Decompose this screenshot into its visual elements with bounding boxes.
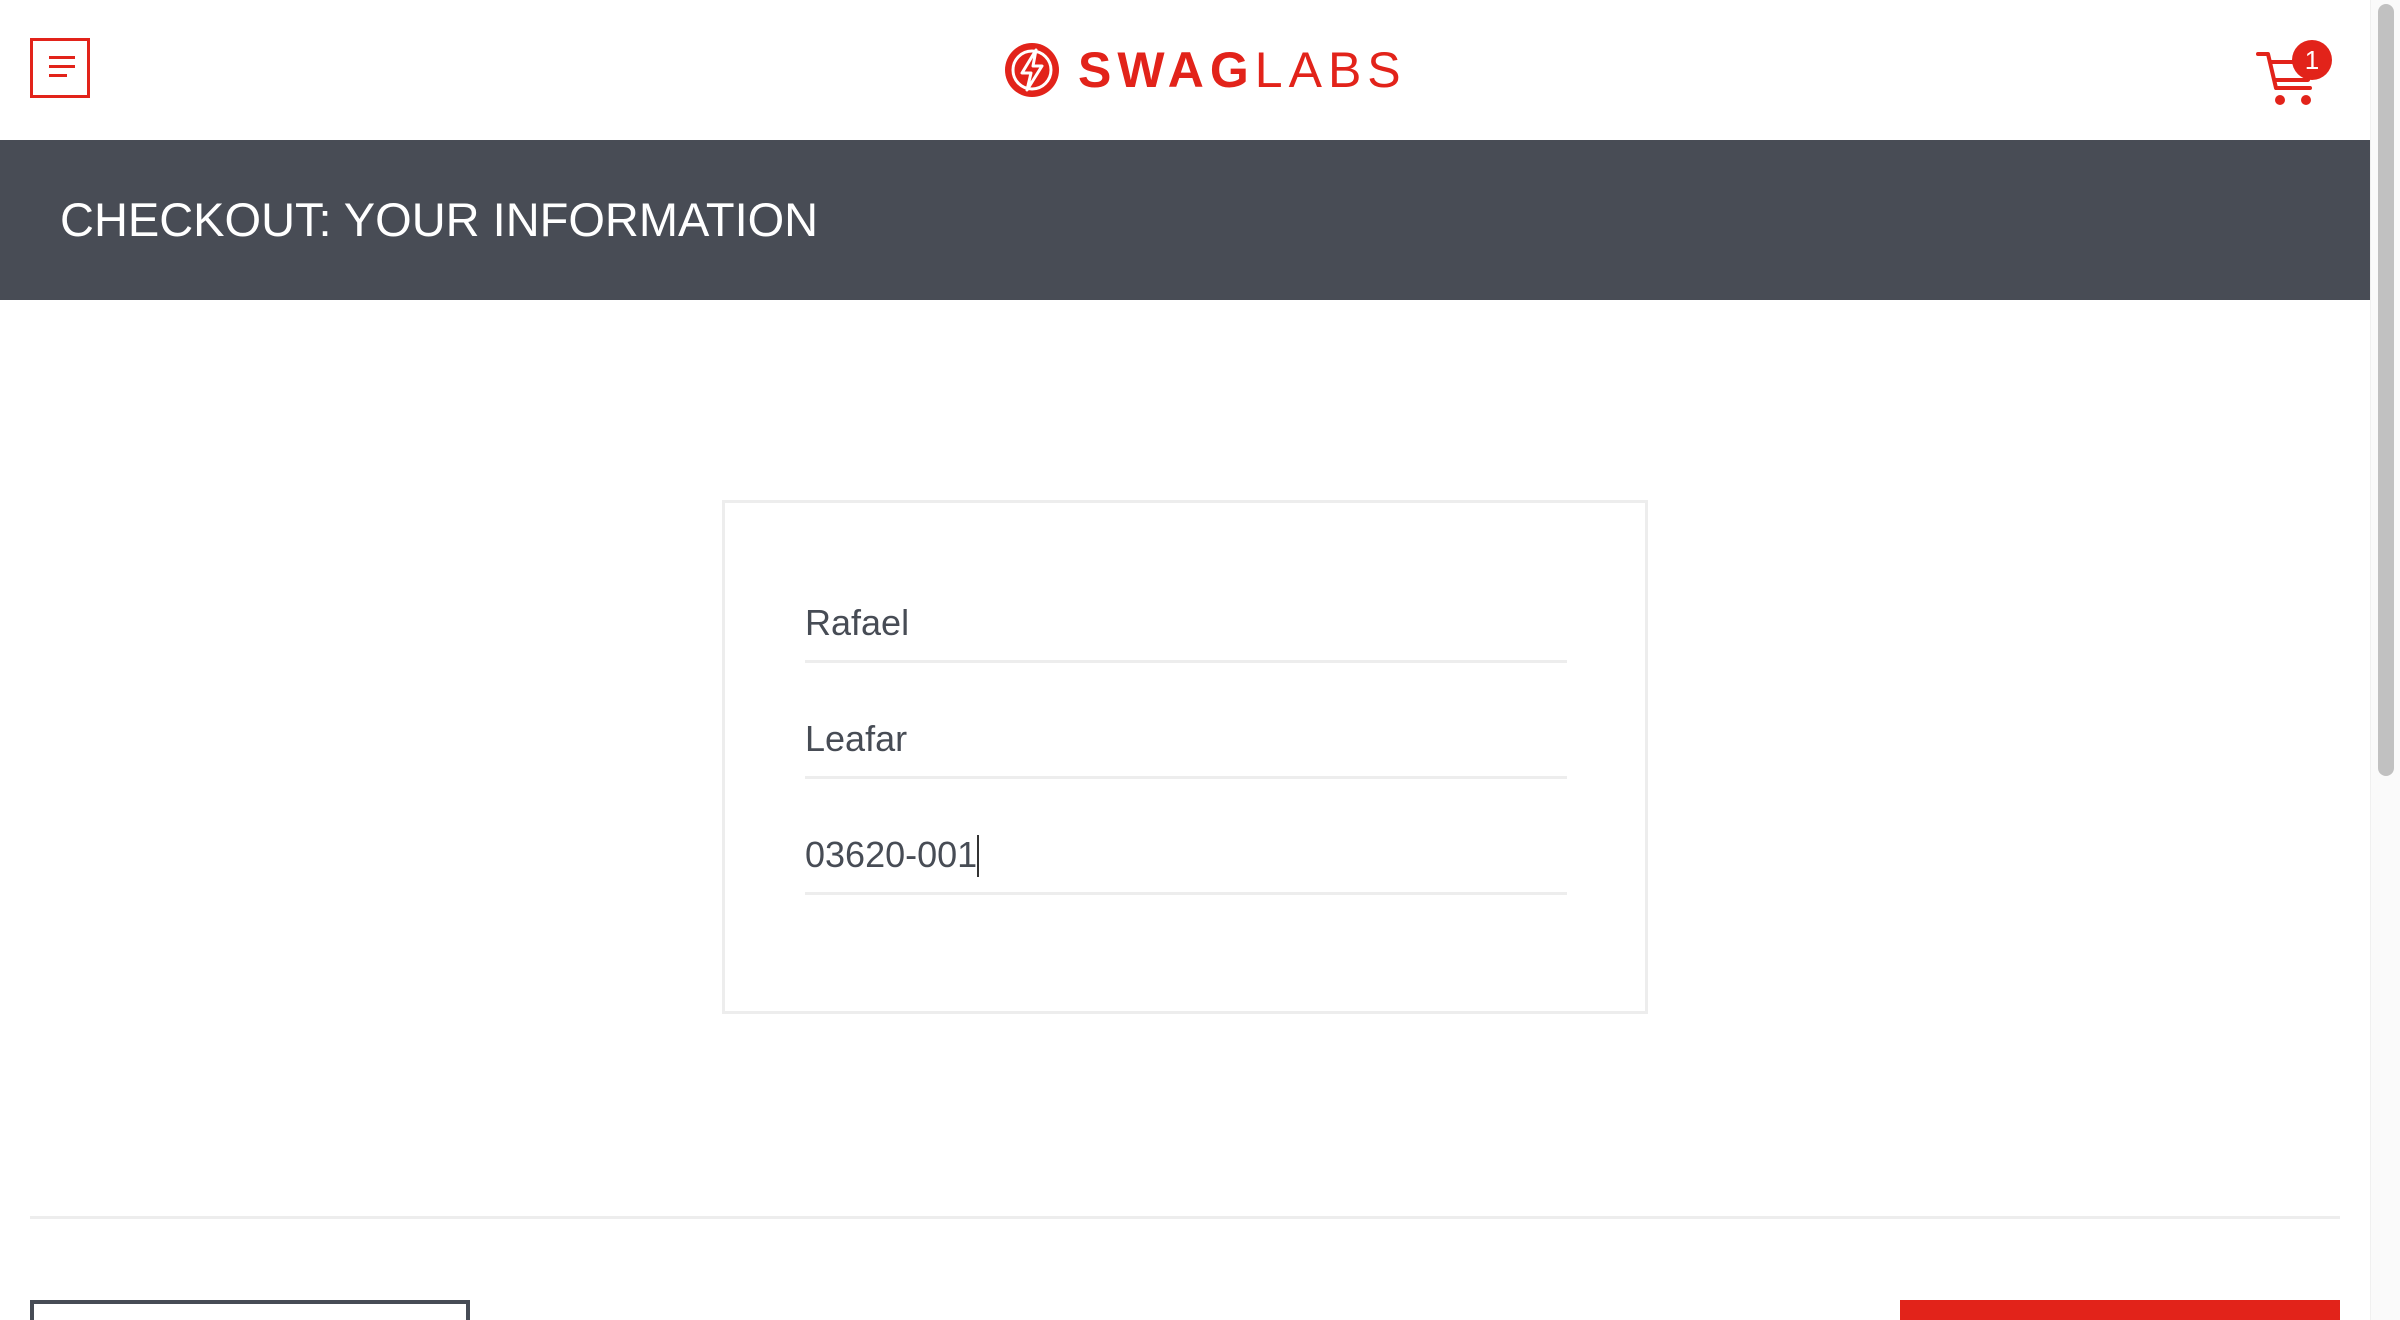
cart-badge: 1 <box>2292 40 2332 80</box>
first-name-input[interactable] <box>805 593 1567 653</box>
continue-button[interactable] <box>1900 1300 2340 1320</box>
footer-divider <box>30 1216 2340 1219</box>
hamburger-menu-icon-line <box>49 65 75 68</box>
swag-labs-logo-icon <box>1005 43 1059 97</box>
last-name-field-container <box>805 709 1567 779</box>
hamburger-menu-icon <box>49 56 75 59</box>
page-title-bar: CHECKOUT: YOUR INFORMATION <box>0 140 2370 300</box>
checkout-page: SWAGLABS 1 CHECKOUT: YOUR INFORMATION <box>0 0 2400 1320</box>
postal-code-input[interactable] <box>805 825 1567 885</box>
logo-text: SWAGLABS <box>1078 40 1407 100</box>
logo-text-bold: SWAG <box>1078 42 1255 98</box>
page-title: CHECKOUT: YOUR INFORMATION <box>60 193 819 246</box>
shopping-cart-link[interactable]: 1 <box>2256 40 2332 110</box>
logo-text-light: LABS <box>1254 42 1407 98</box>
checkout-info-form <box>722 500 1648 1014</box>
text-caret <box>977 835 979 877</box>
app-header: SWAGLABS 1 <box>0 0 2370 140</box>
hamburger-menu-icon-line <box>49 74 67 77</box>
menu-button[interactable] <box>30 38 90 98</box>
postal-code-field-container <box>805 825 1567 895</box>
first-name-field-container <box>805 593 1567 663</box>
swag-labs-logo: SWAGLABS <box>1002 40 1407 100</box>
last-name-input[interactable] <box>805 709 1567 769</box>
vertical-scrollbar[interactable] <box>2370 0 2400 1320</box>
scrollbar-thumb[interactable] <box>2378 4 2394 776</box>
cancel-button[interactable] <box>30 1300 470 1320</box>
